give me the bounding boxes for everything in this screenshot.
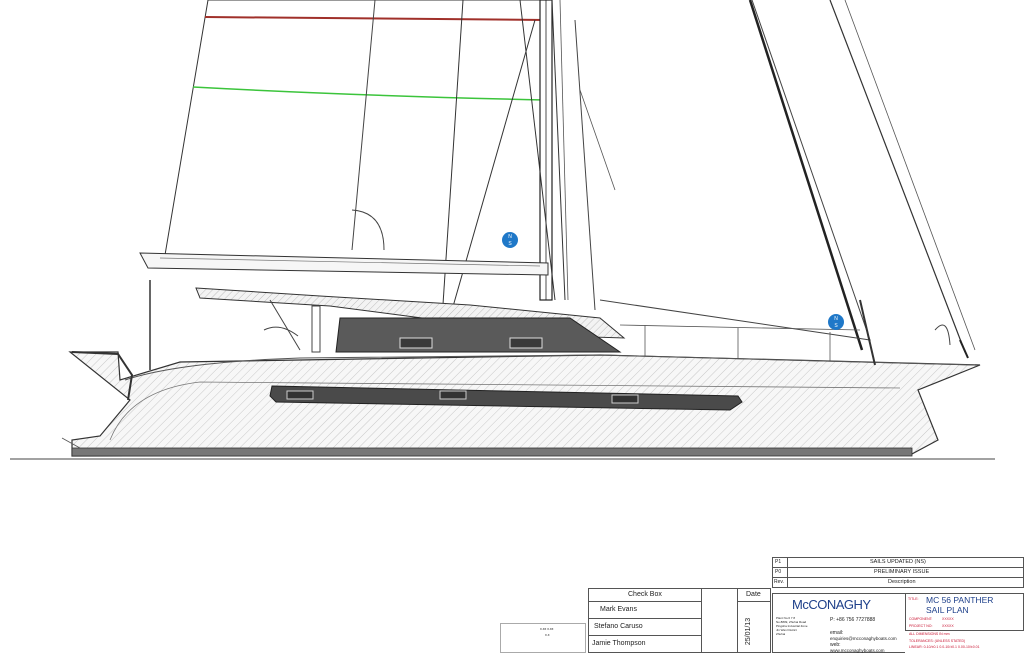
company-phone: P: +86 756 7727888 xyxy=(830,617,876,623)
north-south-badge-icon: N S xyxy=(502,232,518,248)
jib xyxy=(599,0,871,341)
rev-id: P1 xyxy=(775,559,782,565)
title-label: TITLE: xyxy=(908,597,919,601)
signature-cell xyxy=(701,588,738,653)
small-box-line2: x.x xyxy=(545,633,550,637)
svg-text:N: N xyxy=(508,234,512,240)
date-value: 25/01/13 xyxy=(745,617,753,646)
rev-id: P0 xyxy=(775,569,782,575)
company-email[interactable]: enquiries@mcconaghyboats.com xyxy=(830,636,897,642)
mainsail xyxy=(164,0,549,271)
main-batten-green xyxy=(192,86,547,101)
main-batten-red xyxy=(204,16,547,21)
small-box-line1: x.xx x.xx xyxy=(540,627,554,631)
cabin xyxy=(335,317,622,353)
dims-note: ALL DIMENSIONS IN mm xyxy=(909,632,950,636)
hull-window xyxy=(611,394,639,404)
project-label: PROJECT NO: xyxy=(909,624,933,628)
forestay xyxy=(748,0,864,351)
cabin-window xyxy=(399,337,433,349)
company-address: Plant No.6 7 8 No.8809, Zhuhai Road Ping… xyxy=(776,616,808,636)
rev-description: PRELIMINARY ISSUE xyxy=(874,569,930,575)
hull-window xyxy=(439,390,467,400)
rev-description: SAILS UPDATED (NS) xyxy=(870,559,926,565)
code-zero-luff xyxy=(829,0,966,353)
component-label: COMPONENT: xyxy=(909,617,933,621)
drawing-title-line2: SAIL PLAN xyxy=(926,605,969,615)
boom xyxy=(139,252,549,276)
north-south-badge-icon: N S xyxy=(828,314,844,330)
date-header: Date xyxy=(746,591,761,598)
drawing-title-line1: MC 56 PANTHER xyxy=(926,595,994,605)
date-cell xyxy=(737,601,771,653)
project-value: XXXXX xyxy=(942,624,954,628)
cabin-window xyxy=(509,337,543,349)
desc-header: Description xyxy=(888,579,916,585)
rev-header: Rev. xyxy=(774,579,784,585)
check-box-name: Mark Evans xyxy=(600,606,637,613)
company-logo: McCONAGHY xyxy=(792,597,871,612)
component-value: XXXXX xyxy=(942,617,954,621)
check-box-name: Stefano Caruso xyxy=(594,623,643,630)
sail-plan-drawing: N S N S xyxy=(10,0,995,460)
check-box-header: Check Box xyxy=(628,591,662,598)
linear-tolerance: LINEAR: 0-10/±0.1 0.0-10/±0.1 0.00-10/±0… xyxy=(909,645,980,649)
hull-window xyxy=(286,390,314,400)
svg-text:N: N xyxy=(834,316,838,322)
tolerances-note: TOLERANCES: (UNLESS STATED) xyxy=(909,639,966,643)
check-box-name: Jamie Thompson xyxy=(592,640,646,647)
